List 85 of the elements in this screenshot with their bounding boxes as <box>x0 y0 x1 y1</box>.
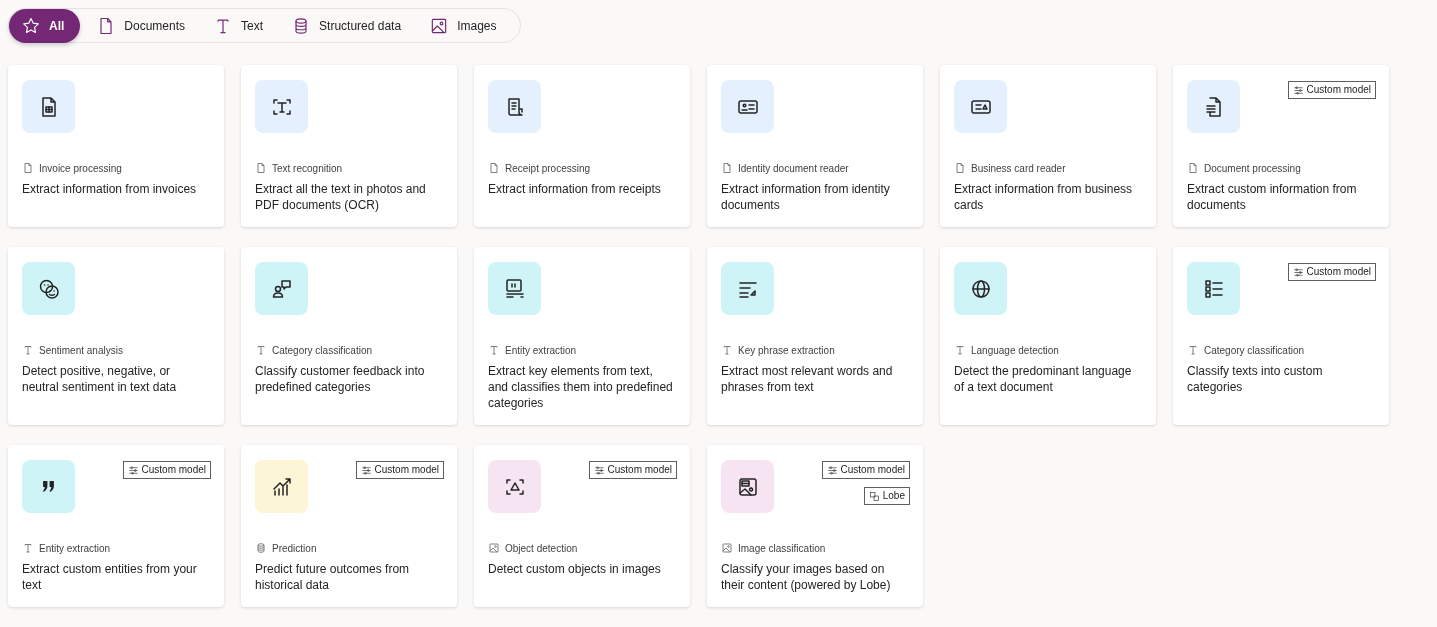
custom-model-tag: Custom model <box>1287 263 1376 281</box>
filter-tab[interactable]: Structured data <box>279 8 414 43</box>
category-label: Object detection <box>505 542 578 554</box>
model-card[interactable]: Business card reader Extract information from business cards <box>940 65 1156 227</box>
card-title: Extract information from business cards <box>954 181 1134 213</box>
text-icon <box>22 344 34 356</box>
document-icon <box>488 162 500 174</box>
document-icon <box>22 162 34 174</box>
category-label: Invoice processing <box>39 162 122 174</box>
filter-tab[interactable]: All <box>9 8 81 43</box>
card-title: Predict future outcomes from historical data <box>255 561 411 593</box>
category-label: Receipt processing <box>505 162 591 174</box>
model-card[interactable]: Custom model Entity extraction Extract custom entities from your text <box>8 445 224 607</box>
text-icon <box>22 542 34 554</box>
custom-model-tag: Custom model <box>1287 81 1376 99</box>
model-card[interactable]: Invoice processing Extract information from invoices <box>8 65 224 227</box>
document-icon <box>954 162 966 174</box>
model-card[interactable]: Custom model Object detection Detect custom objects in images <box>474 445 690 607</box>
document-icon <box>721 162 733 174</box>
custom-model-tag: Custom model <box>588 461 677 479</box>
card-title: Extract information from identity documents <box>721 181 891 213</box>
model-card[interactable]: Identity document reader Extract information from identity documents <box>707 65 923 227</box>
category-label: Text recognition <box>272 162 343 174</box>
text-icon <box>255 344 267 356</box>
category-label: Category classification <box>272 344 373 356</box>
text-icon <box>721 344 733 356</box>
model-card[interactable]: Language detection Detect the predominant language of a text document <box>940 247 1156 425</box>
category-label: Key phrase extraction <box>738 344 835 356</box>
category-label: Prediction <box>272 542 317 554</box>
card-title: Extract key elements from text, and classifies them into predefined categories <box>488 363 674 411</box>
model-card[interactable]: Custom model Category classification Classify texts into custom categories <box>1173 247 1389 425</box>
text-icon <box>954 344 966 356</box>
star-icon <box>21 15 41 36</box>
image-icon <box>721 542 733 554</box>
filter-tab[interactable]: Documents <box>84 8 198 43</box>
category-label: Document processing <box>1204 162 1301 174</box>
card-title: Classify your images based on their content (powered by Lobe) <box>721 561 892 593</box>
category-label: Image classification <box>738 542 826 554</box>
custom-model-tag: Custom model <box>821 461 910 479</box>
custom-model-tag: Custom model <box>355 461 444 479</box>
sliders-icon <box>593 464 605 476</box>
custom-model-tag: Custom model <box>122 461 211 479</box>
card-title: Extract information from invoices <box>22 181 198 197</box>
card-title: Classify texts into custom categories <box>1187 363 1324 395</box>
squares-icon <box>868 490 880 502</box>
card-title: Detect custom objects in images <box>488 561 662 577</box>
card-title: Extract custom entities from your text <box>22 561 198 593</box>
lobe-tag: Lobe <box>863 487 910 505</box>
model-card[interactable]: Custom model Prediction Predict future outcomes from historical data <box>241 445 457 607</box>
card-title: Extract information from receipts <box>488 181 662 197</box>
sliders-icon <box>1292 266 1304 278</box>
category-label: Business card reader <box>971 162 1066 174</box>
model-card[interactable]: Receipt processing Extract information from receipts <box>474 65 690 227</box>
model-card[interactable]: Category classification Classify customer feedback into predefined categories <box>241 247 457 425</box>
sliders-icon <box>1292 84 1304 96</box>
category-label: Category classification <box>1204 344 1305 356</box>
model-card[interactable]: Entity extraction Extract key elements from text, and classifies them into predefined categories <box>474 247 690 425</box>
filter-tab[interactable]: Images <box>417 8 509 43</box>
quote-marks-icon <box>42 480 55 493</box>
category-label: Entity extraction <box>39 542 111 554</box>
card-title: Extract most relevant words and phrases from text <box>721 363 894 395</box>
model-card[interactable]: Text recognition Extract all the text in photos and PDF documents (OCR) <box>241 65 457 227</box>
sliders-icon <box>826 464 838 476</box>
sliders-icon <box>127 464 139 476</box>
category-label: Language detection <box>971 344 1059 356</box>
model-card[interactable]: Custom model Document processing Extract custom information from documents <box>1173 65 1389 227</box>
database-icon <box>255 542 267 554</box>
model-card[interactable]: Key phrase extraction Extract most relevant words and phrases from text <box>707 247 923 425</box>
card-title: Extract all the text in photos and PDF documents (OCR) <box>255 181 427 213</box>
model-card[interactable]: Custom model Lobe Image classification Classify your images based on their content (powered by Lobe) <box>707 445 923 607</box>
category-label: Entity extraction <box>505 344 577 356</box>
card-title: Detect the predominant language of a text document <box>954 363 1133 395</box>
image-icon <box>488 542 500 554</box>
sliders-icon <box>360 464 372 476</box>
document-icon <box>1187 162 1199 174</box>
category-label: Sentiment analysis <box>39 344 123 356</box>
text-icon <box>1187 344 1199 356</box>
card-title: Detect positive, negative, or neutral sentiment in text data <box>22 363 178 395</box>
card-title: Extract custom information from documents <box>1187 181 1358 213</box>
category-label: Identity document reader <box>738 162 849 174</box>
card-title: Classify customer feedback into predefined categories <box>255 363 426 395</box>
document-icon <box>255 162 267 174</box>
filter-tab[interactable]: Text <box>201 8 276 43</box>
model-card[interactable]: Sentiment analysis Detect positive, negative, or neutral sentiment in text data <box>8 247 224 425</box>
text-icon <box>488 344 500 356</box>
